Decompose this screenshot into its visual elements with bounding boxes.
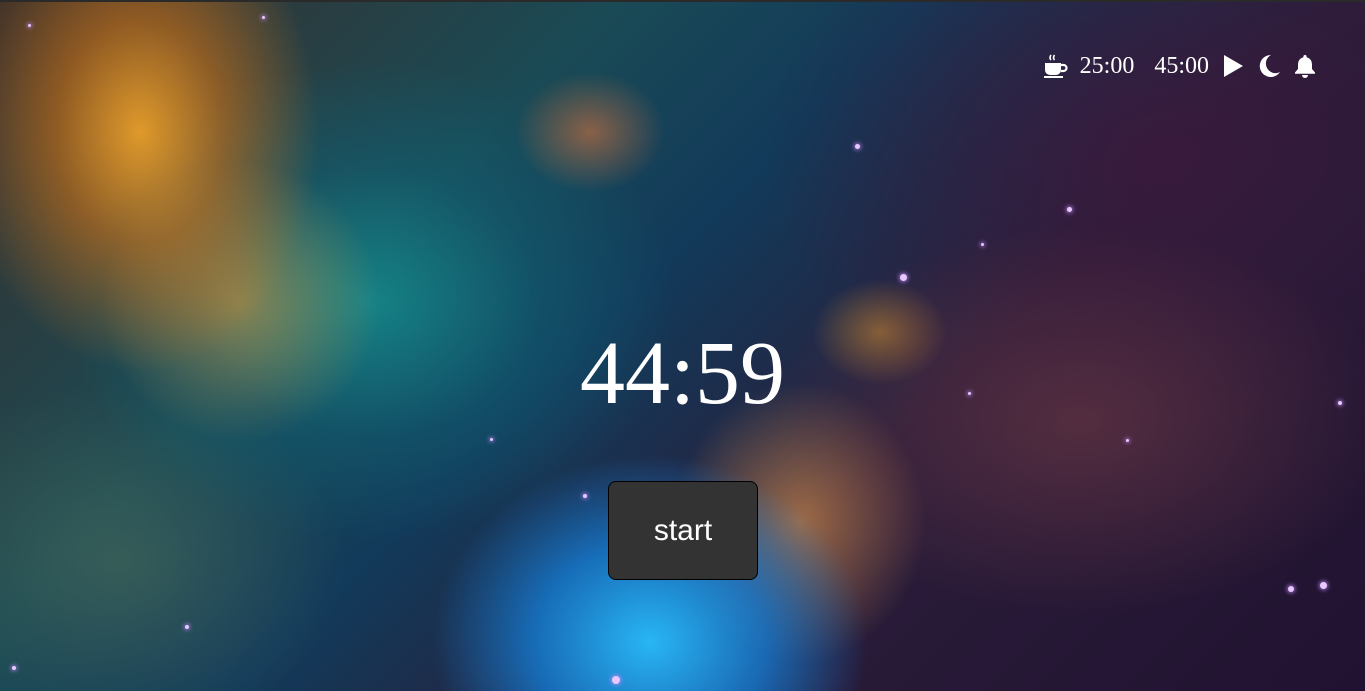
star bbox=[1320, 582, 1327, 589]
toolbar: 25:00 45:00 bbox=[1042, 50, 1319, 82]
star bbox=[612, 676, 620, 684]
play-icon[interactable] bbox=[1219, 52, 1247, 80]
star bbox=[12, 666, 16, 670]
countdown-timer: 44:59 bbox=[579, 324, 785, 423]
coffee-icon[interactable] bbox=[1042, 52, 1070, 80]
star bbox=[28, 24, 31, 27]
short-session-duration[interactable]: 25:00 bbox=[1080, 53, 1135, 80]
star bbox=[1126, 439, 1129, 442]
start-button[interactable]: start bbox=[608, 481, 758, 580]
star bbox=[262, 16, 265, 19]
star bbox=[900, 274, 907, 281]
moon-icon[interactable] bbox=[1255, 52, 1283, 80]
star bbox=[855, 144, 860, 149]
star bbox=[490, 438, 493, 441]
star bbox=[583, 494, 587, 498]
star bbox=[185, 625, 189, 629]
star bbox=[1067, 207, 1072, 212]
star bbox=[1288, 586, 1294, 592]
long-session-duration[interactable]: 45:00 bbox=[1154, 53, 1209, 80]
star bbox=[981, 243, 984, 246]
bell-icon[interactable] bbox=[1291, 52, 1319, 80]
